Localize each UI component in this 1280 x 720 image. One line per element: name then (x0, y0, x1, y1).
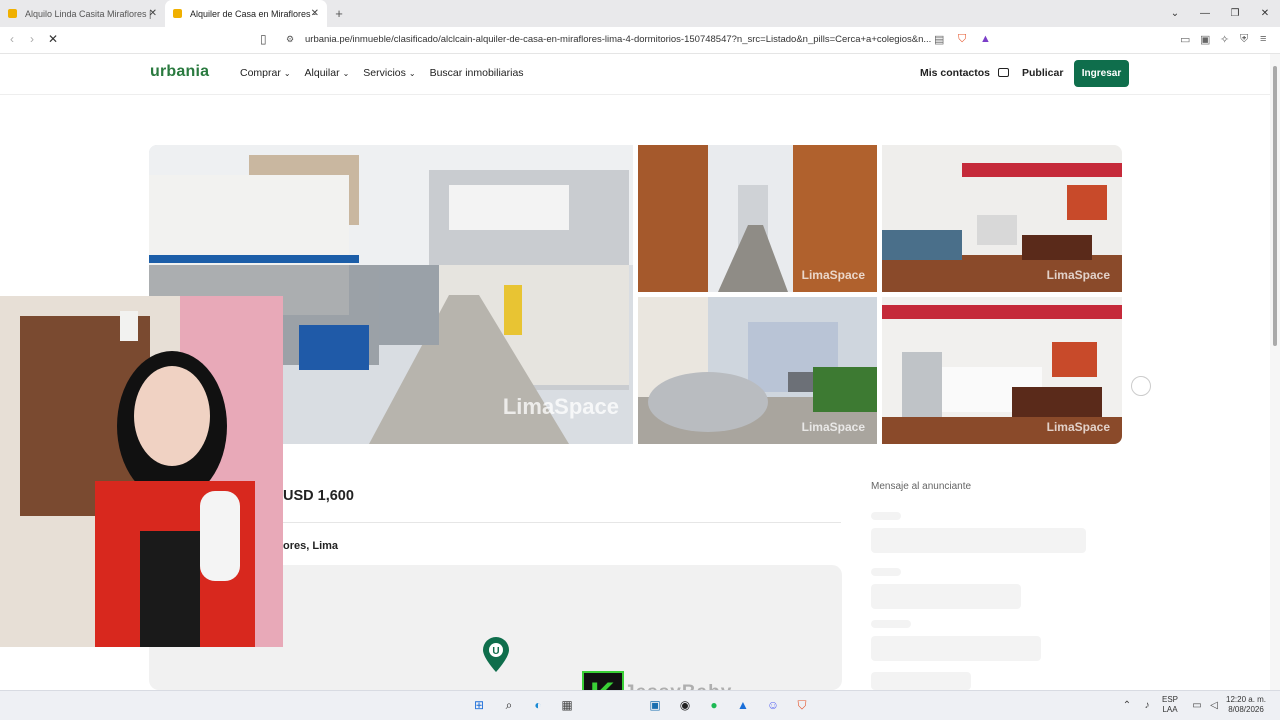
skeleton-line (871, 512, 901, 520)
lang-line: LAA (1162, 705, 1178, 714)
discord-icon[interactable]: ☺ (764, 696, 782, 714)
urbania-logo[interactable]: urbania (150, 63, 209, 81)
menu-label: Buscar inmobiliarias (429, 67, 524, 79)
app-store-icon[interactable]: ▲ (734, 696, 752, 714)
wallet-icon[interactable]: ▣ (1200, 33, 1210, 46)
listing-location: ores, Lima (283, 540, 339, 552)
close-window-icon[interactable]: ✕ (1250, 0, 1280, 27)
reader-mode-icon[interactable]: ▤ (934, 33, 944, 46)
window-controls: ⌄ — ❐ ✕ (1160, 0, 1280, 27)
clock-date: 8/08/2026 (1228, 705, 1264, 714)
webcam-overlay (0, 296, 283, 647)
minimize-icon[interactable]: — (1190, 0, 1220, 27)
skeleton-input (871, 528, 1086, 553)
gallery-thumb[interactable]: LimaSpace (638, 145, 877, 292)
message-advertiser-label: Mensaje al anunciante (871, 481, 972, 492)
tab-title: Alquiler de Casa en Miraflores - (190, 8, 317, 19)
app-icon[interactable]: ▣ (646, 696, 664, 714)
menu-label: Servicios (363, 67, 406, 79)
microphone-icon[interactable]: ♪ (1138, 696, 1156, 714)
main-menu: Comprar ⌄ Alquilar ⌄ Servicios ⌄ Buscar inm… (240, 67, 524, 79)
svg-text:U: U (492, 646, 499, 657)
limaspace-watermark: LimaSpace (801, 420, 865, 434)
forward-icon[interactable]: › (30, 32, 34, 46)
limaspace-watermark: LimaSpace (1046, 420, 1110, 434)
menu-item-servicios[interactable]: Servicios ⌄ (363, 67, 415, 79)
tab-favicon-icon (8, 9, 17, 18)
spotify-icon[interactable]: ● (705, 696, 723, 714)
obs-icon[interactable]: ◉ (676, 696, 694, 714)
url-field[interactable]: urbania.pe/inmueble/clasificado/alclcain… (305, 34, 931, 45)
skeleton-line (871, 568, 901, 576)
divider (283, 522, 841, 523)
menu-icon[interactable]: ≡ (1260, 33, 1266, 45)
tray-chevron-up-icon[interactable]: ⌃ (1118, 696, 1136, 714)
windows-start-icon[interactable]: ⊞ (470, 696, 488, 714)
close-tab-icon[interactable]: ✕ (311, 8, 319, 19)
input-language[interactable]: ESP LAA (1162, 695, 1178, 715)
clock[interactable]: 12:20 a. m. 8/08/2026 (1226, 695, 1266, 715)
page-scrollbar[interactable] (1270, 54, 1280, 690)
sidebar-toggle-icon[interactable]: ▭ (1180, 33, 1190, 46)
gallery-thumb[interactable]: LimaSpace (882, 145, 1122, 292)
menu-label: Comprar (240, 67, 281, 79)
lang-line: ESP (1162, 695, 1179, 704)
edge-icon[interactable]: ◐ (529, 696, 547, 714)
store-icon[interactable]: ▦ (558, 696, 576, 714)
streamer-webcam-image (0, 296, 283, 647)
brave-rewards-icon[interactable]: ▲ (980, 33, 991, 45)
network-icon[interactable]: ▭ (1188, 696, 1206, 714)
windows-taskbar (0, 690, 1280, 720)
menu-label: Alquilar (304, 67, 340, 79)
browser-tab[interactable]: Alquilo Linda Casita Miraflores | ✕ (0, 0, 165, 27)
menu-item-comprar[interactable]: Comprar ⌄ (240, 67, 291, 79)
tab-title: Alquilo Linda Casita Miraflores | (25, 8, 152, 19)
limaspace-watermark: LimaSpace (502, 394, 619, 419)
skeleton-input (871, 584, 1021, 609)
site-header: urbania Comprar ⌄ Alquilar ⌄ Servicios ⌄ Bu… (0, 54, 1270, 95)
chevron-down-icon: ⌄ (342, 69, 350, 78)
chevron-down-icon: ⌄ (283, 69, 291, 78)
bookmark-icon[interactable]: ▯ (260, 32, 267, 46)
site-info-icon[interactable]: ⚙ (286, 34, 294, 45)
skeleton-input (871, 672, 971, 690)
publish-link[interactable]: Publicar (1022, 67, 1063, 79)
map-pin-icon[interactable]: U (482, 637, 510, 673)
clock-time: 12:20 a. m. (1226, 695, 1267, 704)
close-tab-icon[interactable]: ✕ (149, 8, 157, 19)
brave-icon[interactable]: ⛉ (793, 696, 811, 714)
skeleton-line (871, 620, 911, 628)
chevron-down-icon: ⌄ (408, 69, 416, 78)
scrollbar-thumb[interactable] (1273, 66, 1277, 346)
browser-tab-active[interactable]: Alquiler de Casa en Miraflores - ✕ (165, 0, 327, 27)
restore-icon[interactable]: ❐ (1220, 0, 1250, 27)
back-icon[interactable]: ‹ (10, 32, 14, 46)
listing-price: USD 1,600 (283, 488, 354, 504)
new-tab-button[interactable]: + (327, 0, 351, 27)
menu-item-alquilar[interactable]: Alquilar ⌄ (305, 67, 350, 79)
gallery-thumb[interactable]: LimaSpace (882, 297, 1122, 444)
skeleton-input (871, 636, 1041, 661)
address-bar-row: ‹ › ✕ ▯ ⚙ urbania.pe/inmueble/clasificad… (0, 27, 1280, 54)
stop-loading-icon[interactable]: ✕ (48, 32, 58, 46)
loading-spinner-icon (1131, 376, 1151, 396)
my-contacts-link[interactable]: Mis contactos (920, 67, 1009, 79)
vpn-icon[interactable]: ⛨ (1240, 33, 1248, 46)
login-button[interactable]: Ingresar (1074, 60, 1129, 87)
limaspace-watermark: LimaSpace (801, 268, 865, 282)
my-contacts-label: Mis contactos (920, 67, 991, 79)
tab-favicon-icon (173, 9, 182, 18)
gallery-thumb[interactable]: LimaSpace (638, 297, 877, 444)
volume-icon[interactable]: ◁ (1205, 696, 1223, 714)
browser-tab-bar: Alquilo Linda Casita Miraflores | ✕ Alqu… (0, 0, 1280, 27)
search-icon[interactable]: ⌕ (500, 696, 518, 714)
chat-bubble-icon (997, 68, 1009, 77)
brave-shields-icon[interactable]: ⛉ (958, 33, 966, 46)
tab-list-chevron-icon[interactable]: ⌄ (1160, 0, 1190, 27)
leo-ai-icon[interactable]: ✧ (1220, 33, 1229, 46)
limaspace-watermark: LimaSpace (1046, 268, 1110, 282)
menu-item-buscar-inmobiliarias[interactable]: Buscar inmobiliarias (430, 67, 524, 79)
